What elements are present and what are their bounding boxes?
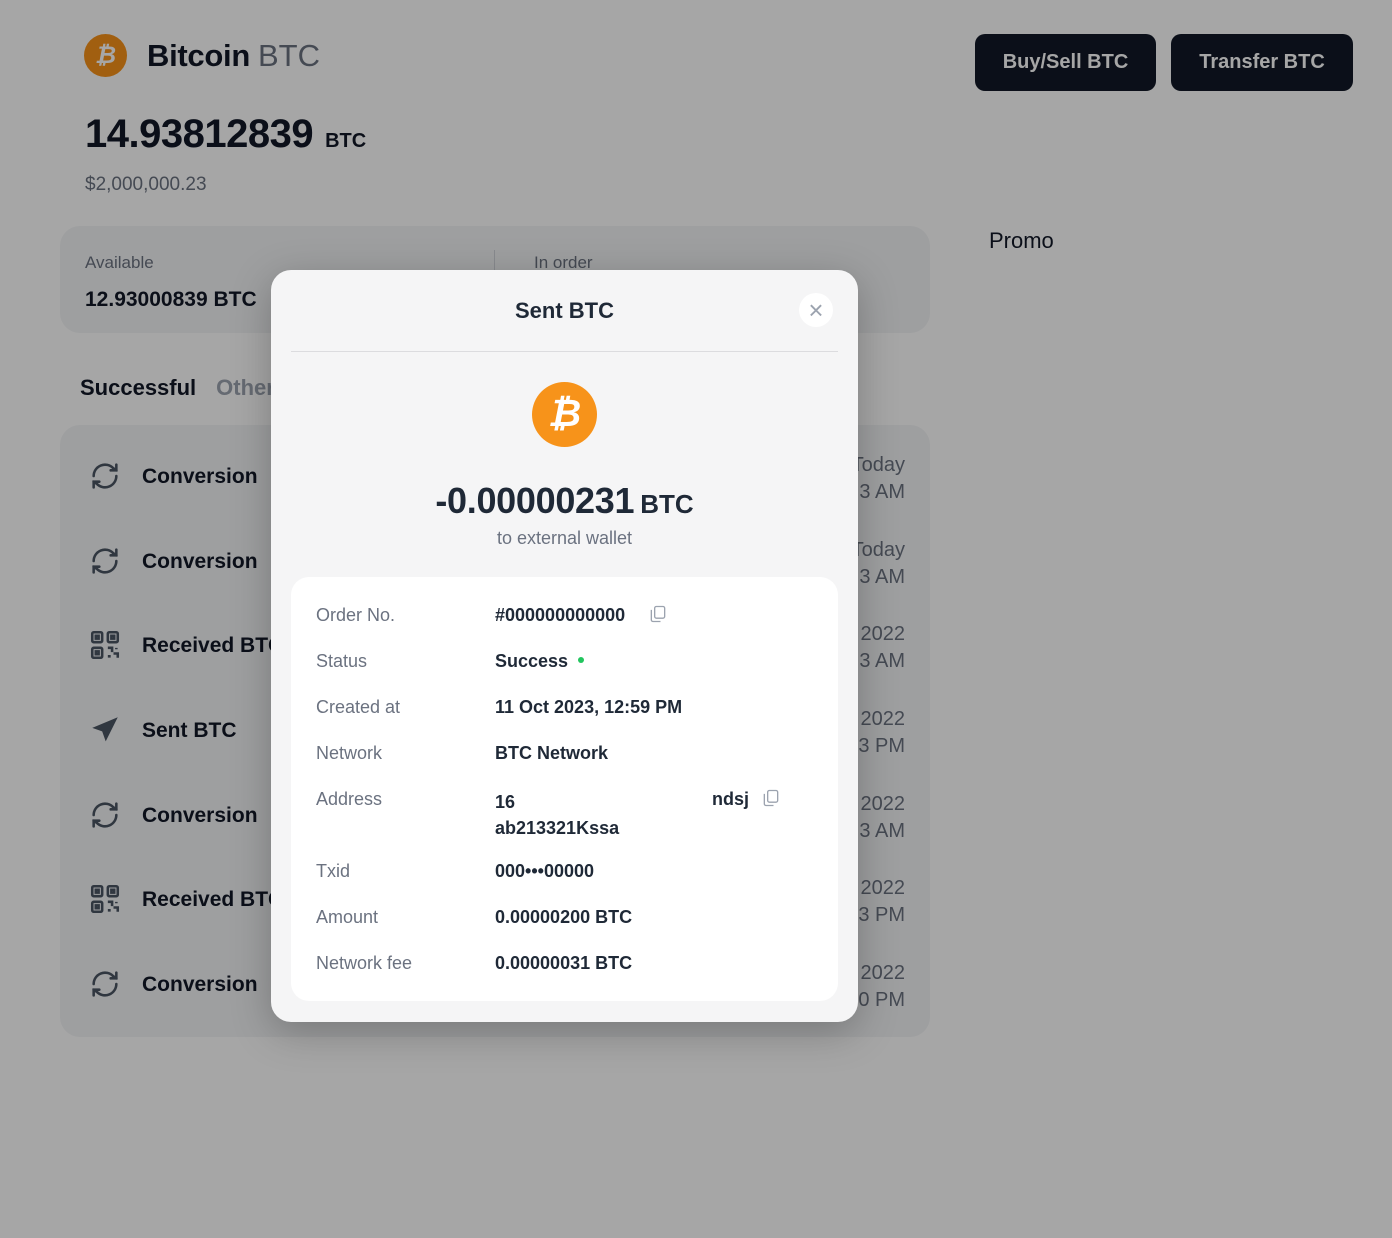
modal-divider [291, 351, 838, 352]
close-icon: × [808, 295, 824, 325]
network-label: Network [316, 743, 383, 763]
status-value: Success [495, 651, 585, 672]
status-dot [578, 657, 585, 664]
modal-amount-value: -0.00000231 [435, 480, 635, 521]
transaction-detail-modal: Sent BTC × ₿ -0.00000231 BTC to external … [271, 270, 858, 1022]
network-value: BTC Network [495, 743, 609, 763]
txid-label: Txid [316, 861, 351, 881]
txid-value: 000•••00000 [495, 861, 594, 881]
copy-icon[interactable] [648, 604, 668, 624]
status-label: Status [316, 651, 368, 671]
amount-label: Amount [316, 907, 379, 927]
modal-amount-unit: BTC [640, 489, 694, 519]
modal-subtitle: to external wallet [496, 528, 633, 548]
copy-icon[interactable] [761, 788, 781, 808]
created-value: 11 Oct 2023, 12:59 PM [495, 697, 683, 717]
amount-value: 0.00000200 BTC [495, 907, 633, 927]
close-button[interactable]: × [799, 293, 833, 327]
address-label: Address [316, 789, 383, 809]
address-tail: ndsj [712, 789, 750, 809]
transaction-details: Order No. #000000000000 Status Success C… [291, 577, 838, 1001]
bitcoin-logo-icon: ₿ [532, 382, 597, 447]
created-label: Created at [316, 697, 401, 717]
modal-title: Sent BTC [515, 298, 614, 323]
address-value: 16 ab213321Kssa [495, 789, 619, 841]
order-value: #000000000000 [495, 605, 626, 625]
fee-value: 0.00000031 BTC [495, 953, 633, 973]
modal-amount: -0.00000231 BTC [271, 480, 858, 522]
address-line2: ab213321Kssa [495, 818, 620, 838]
fee-label: Network fee [316, 953, 413, 973]
address-line1: 16 [495, 792, 516, 812]
status-text: Success [495, 651, 569, 671]
order-label: Order No. [316, 605, 396, 625]
